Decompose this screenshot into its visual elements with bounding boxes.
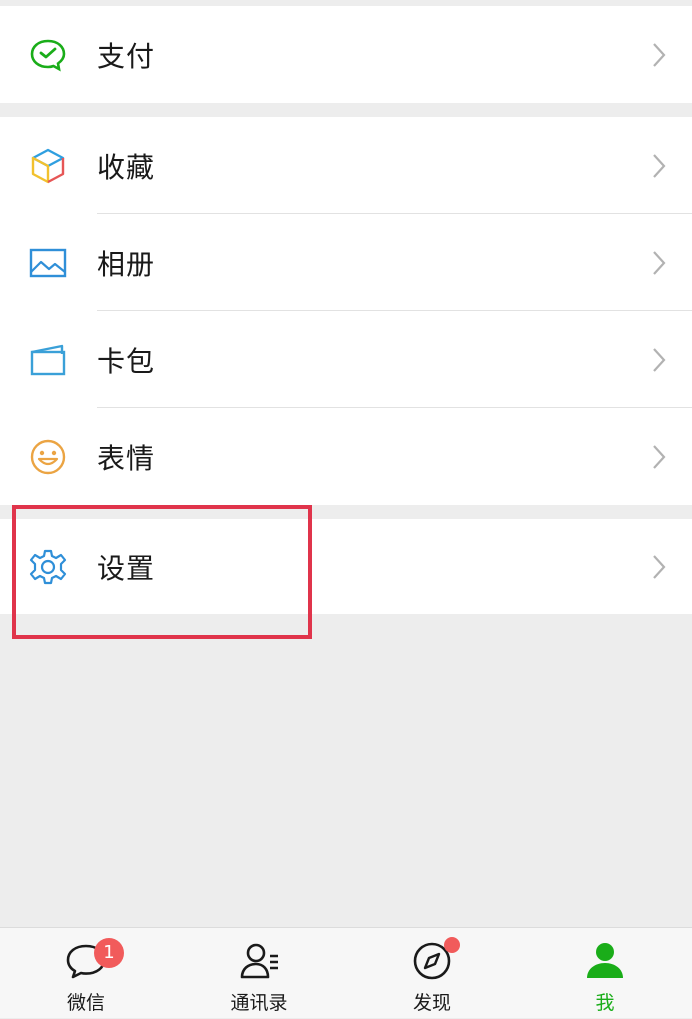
tab-label: 通讯录: [230, 992, 288, 1014]
chevron-right-icon: [653, 42, 666, 67]
tab-label: 我: [595, 992, 615, 1014]
contacts-icon: [240, 943, 278, 979]
menu-item-label: 支付: [97, 39, 156, 73]
tab-label: 微信: [66, 992, 105, 1014]
tab-label: 发现: [412, 992, 451, 1014]
chevron-right-icon: [653, 250, 666, 275]
menu-item-favorites[interactable]: 收藏: [0, 117, 692, 214]
new-dot-indicator: [444, 937, 460, 953]
pay-group: 支付: [0, 6, 692, 103]
menu-item-label: 表情: [97, 441, 156, 475]
card-wallet-icon: [28, 340, 68, 380]
tab-bar: 1 微信 通讯录 发现 我: [0, 927, 692, 1018]
highlight-box: [12, 505, 312, 639]
menu-item-label: 收藏: [97, 150, 156, 184]
chevron-right-icon: [653, 554, 666, 579]
menu-item-stickers[interactable]: 表情: [0, 408, 692, 505]
chevron-right-icon: [653, 153, 666, 178]
wechat-pay-icon: [28, 35, 68, 75]
tab-chats[interactable]: 1 微信: [26, 928, 146, 1019]
favorites-cube-icon: [28, 146, 68, 186]
menu-item-album[interactable]: 相册: [0, 214, 692, 311]
person-icon: [587, 943, 623, 978]
unread-badge: 1: [94, 938, 124, 968]
tab-contacts[interactable]: 通讯录: [199, 928, 319, 1019]
tools-group: 收藏 相册 卡包 表情: [0, 117, 692, 505]
menu-item-card-wallet[interactable]: 卡包: [0, 311, 692, 408]
chevron-right-icon: [653, 444, 666, 469]
tab-me[interactable]: 我: [545, 928, 665, 1019]
chevron-right-icon: [653, 347, 666, 372]
smiley-icon: [28, 437, 68, 477]
menu-item-label: 相册: [97, 247, 156, 281]
menu-item-pay[interactable]: 支付: [0, 6, 692, 103]
album-icon: [28, 243, 68, 283]
tab-discover[interactable]: 发现: [372, 928, 492, 1019]
menu-item-label: 卡包: [97, 344, 156, 378]
